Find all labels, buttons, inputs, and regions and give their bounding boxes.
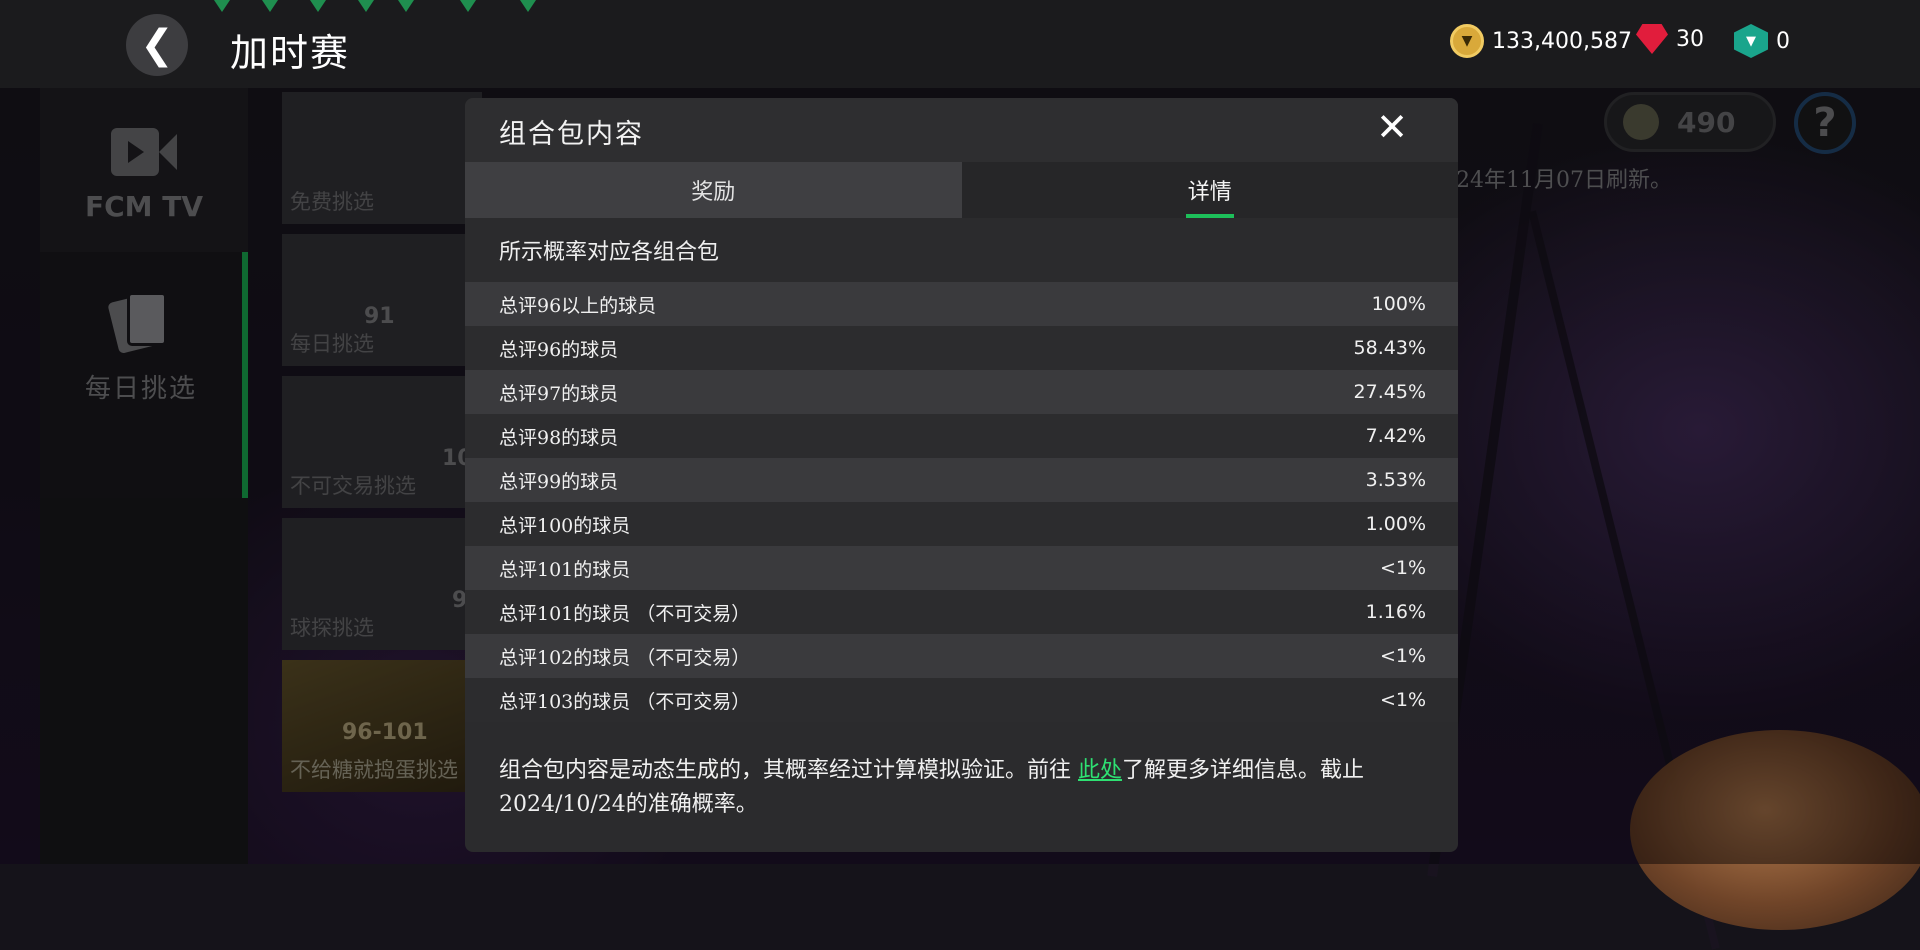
row-label: 总评100的球员 [499,514,631,537]
tab-details[interactable]: 详情 [961,162,1458,218]
pack-contents-modal: 组合包内容 ✕ 奖励 详情 所示概率对应各组合包 总评96以上的球员 100% 总… [465,98,1458,852]
row-label: 总评96以上的球员 [499,294,657,317]
chevron-left-icon: ❮ [140,22,174,68]
triangle-decoration [358,0,374,12]
coin-balance: 133,400,587 [1492,28,1632,54]
probability-row: 总评102的球员 （不可交易） <1% [465,634,1458,678]
row-value: 100% [1371,293,1426,315]
gem-balance: 30 [1676,26,1704,52]
row-value: 1.00% [1365,513,1426,535]
probability-row: 总评101的球员 <1% [465,546,1458,590]
triangle-decoration [214,0,230,12]
probability-footnote: 组合包内容是动态生成的，其概率经过计算模拟验证。前往 此处了解更多详细信息。截止… [465,722,1458,822]
currency-coins: ▼ 133,400,587 [1450,24,1632,58]
triangle-decoration [460,0,476,12]
row-value: 3.53% [1365,469,1426,491]
red-gem-icon [1636,24,1668,54]
probability-row: 总评100的球员 1.00% [465,502,1458,546]
probability-table: 总评96以上的球员 100% 总评96的球员 58.43% 总评97的球员 27.45… [465,282,1458,722]
triangle-decoration [310,0,326,12]
probability-row: 总评96以上的球员 100% [465,282,1458,326]
green-token-icon: ▼ [1734,24,1768,58]
row-label: 总评97的球员 [499,382,619,405]
row-label: 总评103的球员 （不可交易） [499,690,751,713]
back-button[interactable]: ❮ [126,14,188,76]
probability-row: 总评99的球员 3.53% [465,458,1458,502]
row-label: 总评98的球员 [499,426,619,449]
triangle-decoration [398,0,414,12]
probability-row: 总评96的球员 58.43% [465,326,1458,370]
currency-tokens: ▼ 0 [1734,24,1790,58]
tab-label: 详情 [1187,180,1232,205]
modal-tabs: 奖励 详情 [465,162,1458,218]
triangle-decoration [520,0,536,12]
triangle-decoration [262,0,278,12]
row-value: 27.45% [1353,381,1426,403]
close-icon: ✕ [1376,105,1408,149]
row-label: 总评99的球员 [499,470,619,493]
page-title: 加时赛 [230,31,351,75]
currency-gems: 30 [1636,24,1704,54]
row-value: 1.16% [1365,601,1426,623]
row-label: 总评101的球员 [499,558,631,581]
row-label: 总评96的球员 [499,338,619,361]
tab-label: 奖励 [691,180,736,205]
active-tab-indicator [1185,214,1234,218]
section-title: 所示概率对应各组合包 [465,218,1458,282]
close-button[interactable]: ✕ [1376,108,1408,146]
row-value: 7.42% [1365,425,1426,447]
more-info-link[interactable]: 此处 [1078,758,1122,783]
row-label: 总评102的球员 （不可交易） [499,646,751,669]
token-balance: 0 [1776,28,1790,54]
row-label: 总评101的球员 （不可交易） [499,602,751,625]
row-value: <1% [1379,689,1426,711]
probability-row: 总评101的球员 （不可交易） 1.16% [465,590,1458,634]
tab-rewards[interactable]: 奖励 [465,162,962,218]
row-value: <1% [1379,557,1426,579]
probability-row: 总评98的球员 7.42% [465,414,1458,458]
probability-row: 总评97的球员 27.45% [465,370,1458,414]
modal-header: 组合包内容 ✕ [465,98,1458,162]
row-value: 58.43% [1353,337,1426,359]
row-value: <1% [1379,645,1426,667]
footnote-text: 组合包内容是动态生成的，其概率经过计算模拟验证。前往 [499,758,1078,783]
top-bar: ❮ 加时赛 ▼ 133,400,587 30 ▼ 0 [0,0,1920,88]
fc-coin-icon: ▼ [1450,24,1484,58]
modal-title: 组合包内容 [499,119,644,150]
probability-row: 总评103的球员 （不可交易） <1% [465,678,1458,722]
